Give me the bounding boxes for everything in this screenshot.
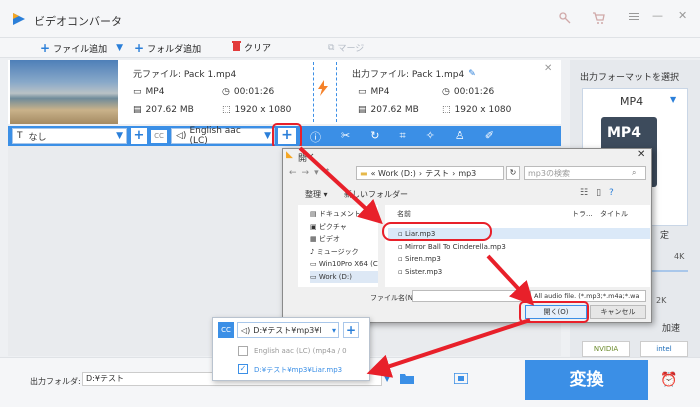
arrow-to-file bbox=[298, 146, 383, 225]
arrow-to-open bbox=[486, 254, 535, 306]
annotation-arrows bbox=[298, 146, 535, 378]
arrow-to-track bbox=[366, 318, 531, 378]
